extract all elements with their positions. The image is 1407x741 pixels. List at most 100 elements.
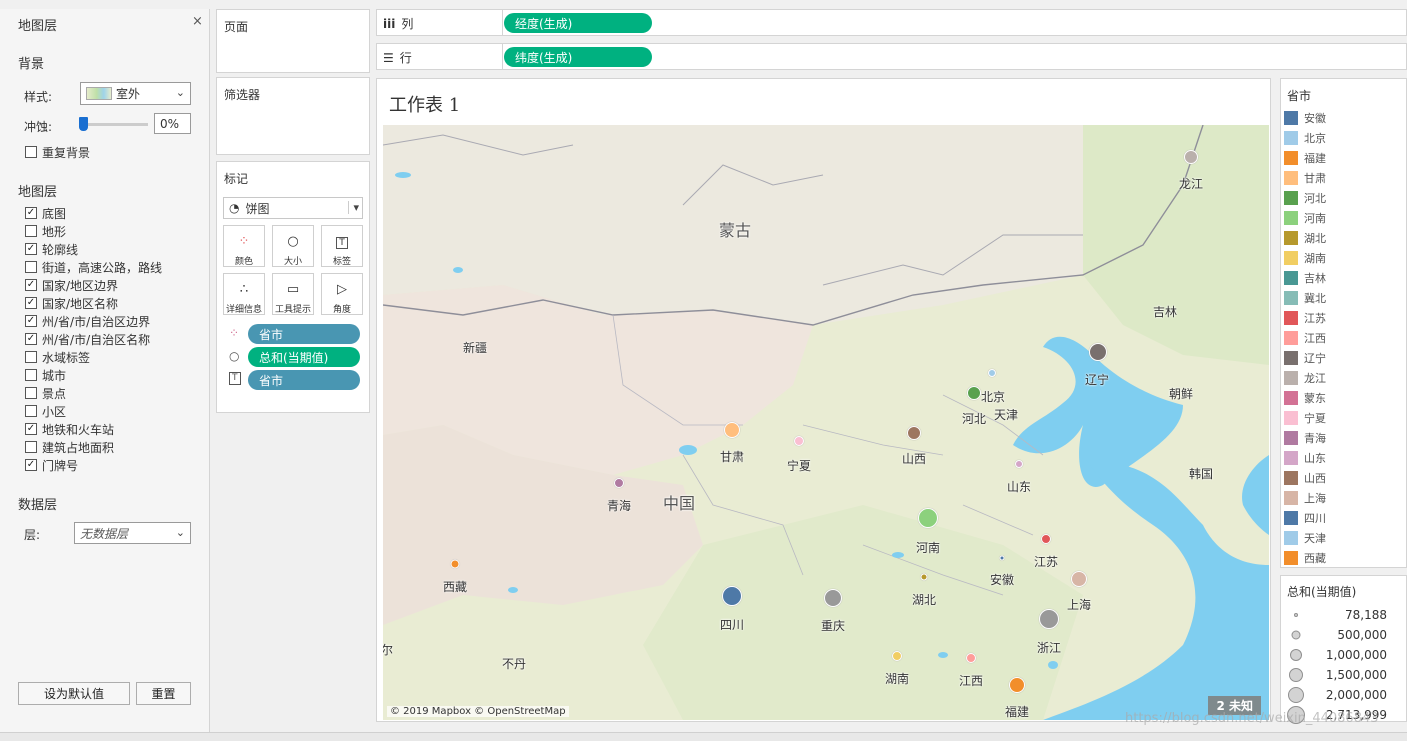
tooltip-button[interactable]: ▭ 工具提示 <box>272 273 314 315</box>
layer-checkbox[interactable]: 景点 <box>25 385 66 401</box>
legend-item[interactable]: 上海 <box>1284 489 1326 507</box>
size-legend-item[interactable]: 2,000,000 <box>1288 686 1403 704</box>
pie-mark[interactable] <box>999 555 1005 561</box>
legend-item[interactable]: 四川 <box>1284 509 1326 527</box>
pie-mark[interactable] <box>1009 677 1025 693</box>
layer-checkbox[interactable]: ✓ 州/省/市/自治区边界 <box>25 313 150 329</box>
map-place-label: 河北 <box>961 412 987 426</box>
legend-item[interactable]: 河南 <box>1284 209 1326 227</box>
pie-mark[interactable] <box>794 436 804 446</box>
close-icon[interactable]: × <box>192 14 203 29</box>
layer-checkbox[interactable]: 城市 <box>25 367 66 383</box>
legend-item[interactable]: 山西 <box>1284 469 1326 487</box>
legend-item[interactable]: 山东 <box>1284 449 1326 467</box>
layer-checkbox[interactable]: 小区 <box>25 403 66 419</box>
checkbox-box <box>25 405 37 417</box>
data-layer-select[interactable]: 无数据层 ⌄ <box>74 522 191 544</box>
legend-item[interactable]: 龙江 <box>1284 369 1326 387</box>
legend-swatch <box>1284 511 1298 525</box>
legend-item[interactable]: 辽宁 <box>1284 349 1326 367</box>
size-legend-item[interactable]: 78,188 <box>1291 606 1403 624</box>
pie-mark[interactable] <box>722 586 742 606</box>
reset-button[interactable]: 重置 <box>136 682 191 705</box>
pie-mark[interactable] <box>450 559 460 569</box>
pie-mark[interactable] <box>1041 534 1051 544</box>
mark-type-select[interactable]: ◔ 饼图 ▾ <box>223 197 363 219</box>
size-legend-item[interactable]: 1,000,000 <box>1290 646 1403 664</box>
rows-pill-latitude[interactable]: 纬度(生成) <box>504 47 652 67</box>
angle-button[interactable]: ▷ 角度 <box>321 273 363 315</box>
layer-checkbox[interactable]: 地形 <box>25 223 66 239</box>
size-legend-item[interactable]: 1,500,000 <box>1289 666 1403 684</box>
map-place-label: 福建 <box>1004 705 1030 719</box>
map-place-label: 蒙古 <box>718 221 752 240</box>
layer-checkbox[interactable]: ✓ 地铁和火车站 <box>25 421 114 437</box>
legend-item[interactable]: 江西 <box>1284 329 1326 347</box>
layer-checkbox[interactable]: ✓ 国家/地区边界 <box>25 277 118 293</box>
legend-swatch <box>1284 391 1298 405</box>
marks-pill-sum-size[interactable]: 总和(当期值) <box>248 347 360 367</box>
legend-item[interactable]: 安徽 <box>1284 109 1326 127</box>
legend-item[interactable]: 青海 <box>1284 429 1326 447</box>
legend-item[interactable]: 西藏 <box>1284 549 1326 567</box>
pie-mark[interactable] <box>824 589 842 607</box>
pie-mark[interactable] <box>1184 150 1198 164</box>
size-legend-item[interactable]: 500,000 <box>1291 626 1403 644</box>
rows-shelf[interactable]: ☰ 行 纬度(生成) <box>376 43 1407 70</box>
map-view[interactable]: 蒙古中国 新疆朝鲜韩国不丹 泊尔 吉林 龙江辽宁北京天津河北甘肃宁夏 山西山东青海河南江苏… <box>383 125 1269 720</box>
legend-item[interactable]: 天津 <box>1284 529 1326 547</box>
columns-pill-longitude[interactable]: 经度(生成) <box>504 13 652 33</box>
pie-mark[interactable] <box>614 478 624 488</box>
legend-item[interactable]: 湖北 <box>1284 229 1326 247</box>
pie-mark[interactable] <box>892 651 902 661</box>
layer-checkbox[interactable]: ✓ 州/省/市/自治区名称 <box>25 331 150 347</box>
pie-mark[interactable] <box>918 508 938 528</box>
legend-item[interactable]: 福建 <box>1284 149 1326 167</box>
pie-mark[interactable] <box>1089 343 1107 361</box>
marks-pill-province-label[interactable]: 省市 <box>248 370 360 390</box>
worksheet-title[interactable]: 工作表 1 <box>389 91 460 117</box>
pie-mark[interactable] <box>1071 571 1087 587</box>
legend-item[interactable]: 河北 <box>1284 189 1326 207</box>
set-default-button[interactable]: 设为默认值 <box>18 682 130 705</box>
pie-mark[interactable] <box>907 426 921 440</box>
columns-shelf[interactable]: iii 列 经度(生成) <box>376 9 1407 36</box>
legend-item[interactable]: 湖南 <box>1284 249 1326 267</box>
legend-item[interactable]: 江苏 <box>1284 309 1326 327</box>
wash-slider[interactable] <box>80 123 148 126</box>
legend-item[interactable]: 北京 <box>1284 129 1326 147</box>
pie-mark[interactable] <box>966 653 976 663</box>
checkbox-box <box>25 387 37 399</box>
layer-checkbox[interactable]: ✓ 轮廓线 <box>25 241 78 257</box>
pie-mark[interactable] <box>1015 460 1023 468</box>
layer-checkbox[interactable]: 水域标签 <box>25 349 90 365</box>
repeat-background-checkbox[interactable]: 重复背景 <box>25 144 90 160</box>
wash-input[interactable]: 0% <box>154 113 191 134</box>
legend-item[interactable]: 冀北 <box>1284 289 1326 307</box>
pie-mark[interactable] <box>920 573 928 581</box>
detail-button[interactable]: ∴ 详细信息 <box>223 273 265 315</box>
wash-slider-handle[interactable] <box>79 117 88 131</box>
legend-item[interactable]: 宁夏 <box>1284 409 1326 427</box>
pie-mark[interactable] <box>967 386 981 400</box>
legend-item[interactable]: 甘肃 <box>1284 169 1326 187</box>
layer-checkbox[interactable]: 街道，高速公路，路线 <box>25 259 162 275</box>
style-select[interactable]: 室外 ⌄ <box>80 82 191 105</box>
map-copyright[interactable]: © 2019 Mapbox © OpenStreetMap <box>387 706 569 717</box>
color-button[interactable]: ⁘ 颜色 <box>223 225 265 267</box>
marks-pill-province-color[interactable]: 省市 <box>248 324 360 344</box>
layer-checkbox[interactable]: ✓ 国家/地区名称 <box>25 295 118 311</box>
layer-checkbox[interactable]: 建筑占地面积 <box>25 439 114 455</box>
filters-shelf[interactable]: 筛选器 <box>216 77 370 155</box>
size-button[interactable]: ○ 大小 <box>272 225 314 267</box>
pie-mark[interactable] <box>724 422 740 438</box>
pie-mark[interactable] <box>988 369 996 377</box>
legend-item[interactable]: 吉林 <box>1284 269 1326 287</box>
label-button[interactable]: T 标签 <box>321 225 363 267</box>
pages-shelf[interactable]: 页面 <box>216 9 370 73</box>
legend-item[interactable]: 蒙东 <box>1284 389 1326 407</box>
layer-checkbox[interactable]: ✓ 门牌号 <box>25 457 78 473</box>
layer-label: 地形 <box>42 224 67 239</box>
pie-mark[interactable] <box>1039 609 1059 629</box>
layer-checkbox[interactable]: ✓ 底图 <box>25 205 66 221</box>
